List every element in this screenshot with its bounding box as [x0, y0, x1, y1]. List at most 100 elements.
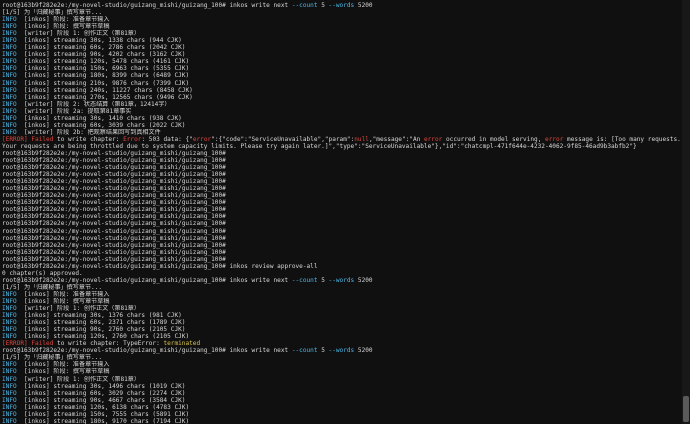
terminal-text: [inkos] 阶段: 撰写章节草稿 [16, 23, 110, 31]
log-level-info: INFO [2, 298, 17, 305]
terminal-line: root@163b9f282e2e:/my-novel-studio/guiza… [2, 2, 682, 9]
log-level-info: --words [328, 347, 355, 355]
terminal-line: root@163b9f282e2e:/my-novel-studio/guiza… [2, 199, 682, 206]
terminal-text: root@163b9f282e2e:/my-novel-studio/guiza… [2, 347, 292, 355]
terminal-text: root@163b9f282e2e:/my-novel-studio/guiza… [2, 227, 226, 235]
log-level-info: INFO [2, 417, 17, 424]
log-level-info: INFO [2, 326, 17, 334]
terminal-line: INFO [inkos] streaming 90s, 4202 chars (… [2, 51, 682, 58]
terminal-line: root@163b9f282e2e:/my-novel-studio/guiza… [2, 263, 682, 270]
terminal-text: [inkos] 阶段: 准备章节输入 [16, 16, 110, 24]
log-level-info: INFO [2, 389, 17, 397]
terminal-text: 0 chapter(s) approved. [2, 269, 83, 277]
terminal-line: INFO [inkos] streaming 120s, 5478 chars … [2, 58, 682, 65]
terminal-line: INFO [inkos] 阶段: 准备章节输入 [2, 361, 682, 368]
terminal-line: root@163b9f282e2e:/my-novel-studio/guiza… [2, 192, 682, 199]
terminal-line: INFO [writer] 阶段 1: 创作正文（第81章） [2, 376, 682, 383]
log-level-info: INFO [2, 121, 17, 129]
terminal-text: [inkos] streaming 120s, 2760 chars (2105… [16, 333, 190, 341]
terminal-line: root@163b9f282e2e:/my-novel-studio/guiza… [2, 249, 682, 256]
log-level-info: INFO [2, 375, 17, 383]
terminal-line: INFO [writer] 阶段 1: 创作正文（第81章） [2, 305, 682, 312]
log-level-info: INFO [2, 16, 17, 24]
terminal-line: [ERROR] Failed to write chapter: TypeErr… [2, 340, 682, 347]
terminal-text: Failed [27, 340, 58, 348]
scrollbar[interactable] [682, 0, 690, 424]
terminal-line: INFO [inkos] streaming 180s, 8399 chars … [2, 72, 682, 79]
terminal-text: [inkos] streaming 120s, 5478 chars (4161… [16, 58, 190, 66]
terminal-text: [writer] 阶段 2: 状态结算（第81章，12414字） [16, 100, 171, 108]
log-level-info: INFO [2, 319, 17, 327]
terminal-text: null [354, 135, 369, 143]
terminal-line: root@163b9f282e2e:/my-novel-studio/guiza… [2, 277, 682, 284]
terminal-text: [inkos] streaming 60s, 3029 chars (2274 … [16, 389, 186, 397]
terminal-text: error [192, 135, 212, 143]
terminal-text: Failed [27, 135, 58, 143]
terminal-line: [ERROR] Failed to write chapter: Error: … [2, 136, 682, 150]
log-level-info: INFO [2, 72, 17, 80]
terminal-text: ,"message":"An [368, 135, 424, 143]
terminal-text: [inkos] streaming 180s, 9170 chars (7194… [16, 417, 190, 424]
terminal-text: [writer] 阶段 1: 创作正文（第81章） [16, 375, 140, 383]
terminal-text: 5200 [354, 276, 373, 284]
terminal-line: INFO [inkos] streaming 150s, 6963 chars … [2, 65, 682, 72]
log-level-error: [ERROR] [2, 135, 28, 143]
terminal-line: root@163b9f282e2e:/my-novel-studio/guiza… [2, 164, 682, 171]
terminal-text: [inkos] streaming 30s, 1376 chars (981 C… [16, 312, 182, 320]
terminal-text: 5 [317, 276, 329, 284]
terminal-text: occurred in model serving, [442, 135, 546, 143]
terminal-text: root@163b9f282e2e:/my-novel-studio/guiza… [2, 262, 318, 270]
terminal-line: INFO [inkos] 阶段: 撰写章节草稿 [2, 368, 682, 375]
terminal-line: INFO [inkos] streaming 120s, 2760 chars … [2, 333, 682, 340]
log-level-info: INFO [2, 30, 17, 38]
terminal-line: INFO [inkos] 阶段: 准备章节输入 [2, 16, 682, 23]
terminal-text: [inkos] streaming 30s, 1496 chars (1019 … [16, 382, 186, 390]
log-level-info: INFO [2, 382, 17, 390]
log-level-info: INFO [2, 93, 17, 101]
terminal-text: [inkos] 阶段: 准备章节输入 [16, 290, 110, 298]
log-level-info: INFO [2, 23, 17, 31]
terminal-line: INFO [inkos] streaming 150s, 7555 chars … [2, 411, 682, 418]
terminal-line: INFO [writer] 阶段 2a: 提取第81章事实 [2, 108, 682, 115]
terminal-text: terminated [163, 340, 201, 348]
terminal-text: [inkos] 阶段: 撰写章节草稿 [16, 298, 110, 305]
terminal-line: INFO [inkos] streaming 90s, 4667 chars (… [2, 397, 682, 404]
terminal-output[interactable]: root@163b9f282e2e:/my-novel-studio/guiza… [0, 0, 682, 424]
terminal-text: root@163b9f282e2e:/my-novel-studio/guiza… [2, 199, 226, 207]
terminal-line: INFO [inkos] 阶段: 撰写章节草稿 [2, 23, 682, 30]
terminal-text: root@163b9f282e2e:/my-novel-studio/guiza… [2, 178, 226, 186]
terminal-line: root@163b9f282e2e:/my-novel-studio/guiza… [2, 185, 682, 192]
log-level-info: INFO [2, 107, 17, 115]
terminal-text: [writer] 阶段 1: 创作正文（第81章） [16, 30, 140, 38]
terminal-line: INFO [inkos] 阶段: 准备章节输入 [2, 291, 682, 298]
terminal-text: root@163b9f282e2e:/my-novel-studio/guiza… [2, 192, 226, 200]
terminal-line: root@163b9f282e2e:/my-novel-studio/guiza… [2, 228, 682, 235]
terminal-text: Error [123, 135, 142, 143]
terminal-text: root@163b9f282e2e:/my-novel-studio/guiza… [2, 248, 226, 256]
terminal-line: root@163b9f282e2e:/my-novel-studio/guiza… [2, 347, 682, 354]
terminal-text: [writer] 阶段 2b: 把观察结果回写到真相文件 [16, 128, 161, 136]
terminal-text: [inkos] streaming 150s, 6963 chars (5355… [16, 65, 190, 73]
terminal-text: root@163b9f282e2e:/my-novel-studio/guiza… [2, 276, 292, 284]
terminal-text: to write chapter: [57, 135, 124, 143]
terminal-text: root@163b9f282e2e:/my-novel-studio/guiza… [2, 157, 226, 165]
terminal-line: root@163b9f282e2e:/my-novel-studio/guiza… [2, 178, 682, 185]
terminal-line: root@163b9f282e2e:/my-novel-studio/guiza… [2, 171, 682, 178]
terminal-text: [1/5] 为「归藏秘事」撰写章节... [2, 354, 103, 362]
terminal-text: [inkos] streaming 90s, 4202 chars (3162 … [16, 51, 186, 59]
scrollbar-thumb[interactable] [683, 396, 689, 422]
terminal-line: INFO [writer] 阶段 2b: 把观察结果回写到真相文件 [2, 129, 682, 136]
terminal-text: [inkos] streaming 60s, 2786 chars (2042 … [16, 44, 186, 52]
terminal-line: root@163b9f282e2e:/my-novel-studio/guiza… [2, 150, 682, 157]
terminal-text: [inkos] streaming 270s, 12565 chars (949… [16, 93, 193, 101]
terminal-text: root@163b9f282e2e:/my-novel-studio/guiza… [2, 241, 226, 249]
terminal-text: [inkos] streaming 150s, 7555 chars (5891… [16, 410, 190, 418]
terminal-text: root@163b9f282e2e:/my-novel-studio/guiza… [2, 2, 292, 9]
terminal-text: ":{"code":"ServiceUnavailable","param": [211, 135, 355, 143]
terminal-line: root@163b9f282e2e:/my-novel-studio/guiza… [2, 213, 682, 220]
log-level-info: INFO [2, 396, 17, 404]
terminal-line: INFO [inkos] streaming 60s, 3039 chars (… [2, 122, 682, 129]
terminal-text: 5 [317, 347, 329, 355]
terminal-line: 0 chapter(s) approved. [2, 270, 682, 277]
terminal-text: 5 [317, 2, 329, 9]
